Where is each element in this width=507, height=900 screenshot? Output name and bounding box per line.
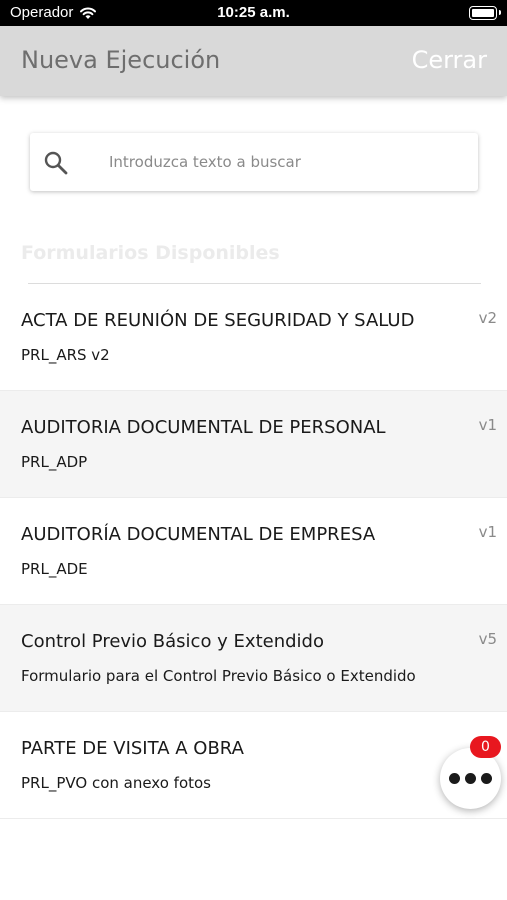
form-name: PARTE DE VISITA A OBRA [21,738,244,759]
form-code: PRL_ADP [21,453,88,471]
status-bar: Operador 10:25 a.m. [0,0,507,26]
form-list: ACTA DE REUNIÓN DE SEGURIDAD Y SALUD PRL… [0,284,507,819]
clock: 10:25 a.m. [217,4,290,21]
more-dots-icon [449,773,492,784]
notification-badge: 0 [470,736,501,758]
form-version: v2 [478,309,497,327]
form-code: PRL_ADE [21,560,88,578]
form-version: v1 [478,523,497,541]
list-item[interactable]: ACTA DE REUNIÓN DE SEGURIDAD Y SALUD PRL… [0,284,507,391]
close-button[interactable]: Cerrar [412,46,487,74]
form-name: AUDITORIA DOCUMENTAL DE PERSONAL [21,417,386,438]
search-icon [44,151,68,175]
form-code: PRL_ARS v2 [21,346,110,364]
list-item[interactable]: PARTE DE VISITA A OBRA PRL_PVO con anexo… [0,712,507,819]
search-box[interactable] [30,133,478,191]
form-name: AUDITORÍA DOCUMENTAL DE EMPRESA [21,524,376,545]
search-input[interactable] [109,147,459,177]
list-item[interactable]: AUDITORIA DOCUMENTAL DE PERSONAL PRL_ADP… [0,391,507,498]
form-name: ACTA DE REUNIÓN DE SEGURIDAD Y SALUD [21,310,415,331]
form-code: PRL_PVO con anexo fotos [21,774,211,792]
form-version: v5 [478,630,497,648]
section-title: Formularios Disponibles [21,242,280,264]
form-code: Formulario para el Control Previo Básico… [21,667,416,685]
list-item[interactable]: Control Previo Básico y Extendido Formul… [0,605,507,712]
form-name: Control Previo Básico y Extendido [21,631,324,652]
battery-icon [469,6,501,20]
navigation-bar: Nueva Ejecución Cerrar [0,26,507,96]
list-item[interactable]: AUDITORÍA DOCUMENTAL DE EMPRESA PRL_ADE … [0,498,507,605]
page-title: Nueva Ejecución [21,46,221,74]
form-version: v1 [478,416,497,434]
